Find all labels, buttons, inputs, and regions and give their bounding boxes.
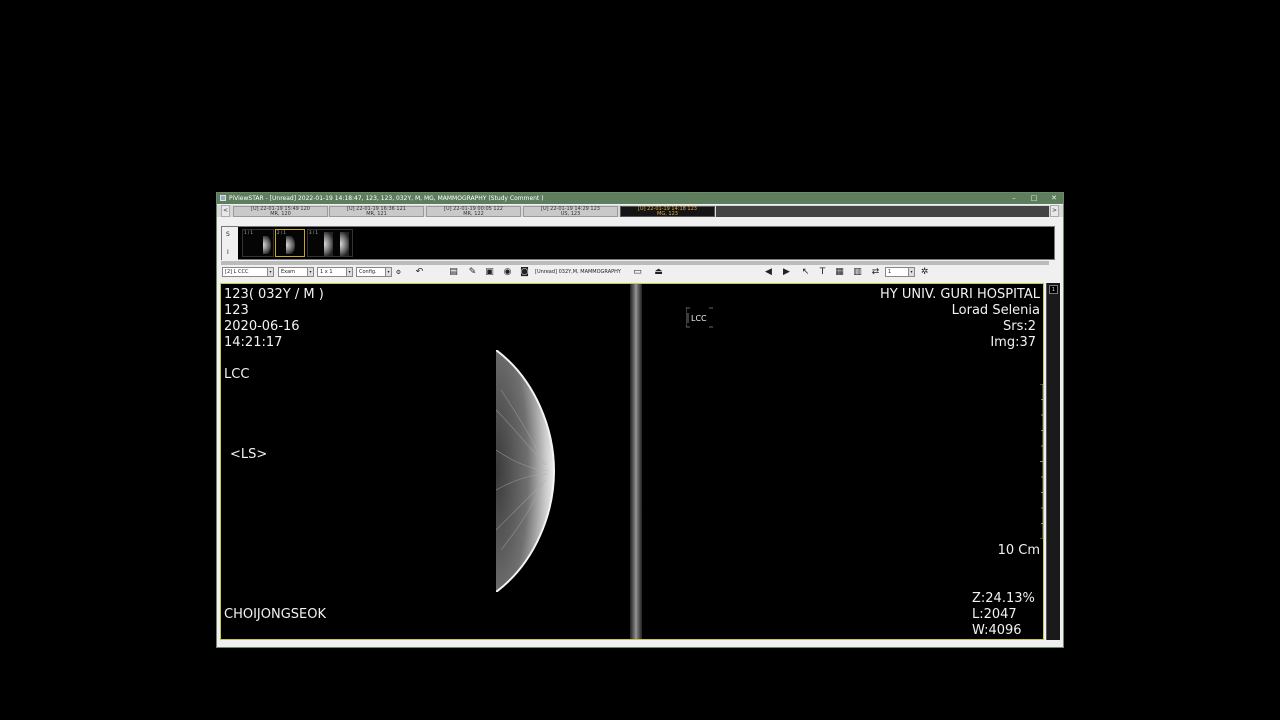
study-date: 2020-06-16	[224, 319, 300, 334]
edit-icon[interactable]: ✎	[467, 267, 478, 278]
chevron-down-icon: ▾	[385, 268, 391, 276]
thumbnail[interactable]: 1 / 1	[242, 229, 274, 257]
report-icon[interactable]: ▤	[448, 267, 459, 278]
viewport-right[interactable]: LCC HY UNIV. GURI HOSPITAL Lorad Selenia…	[642, 284, 1044, 639]
thumbnail-label: 3 / 1	[309, 230, 318, 235]
camera-icon[interactable]: ◙	[519, 267, 530, 278]
tile-layout-icon[interactable]: ▥	[852, 267, 863, 278]
layout-select-value: 1 x 1	[320, 269, 333, 275]
thumbnail-image	[286, 236, 295, 254]
operator-name: CHOIJONGSEOK	[224, 607, 327, 622]
series-select[interactable]: [2] L CCC ▾	[222, 267, 274, 277]
undo-icon[interactable]: ↶	[414, 267, 425, 278]
thumbnail-label: 1 / 1	[244, 230, 253, 235]
series-number: Srs:2	[1002, 319, 1036, 334]
scale-ruler	[1040, 384, 1044, 539]
exam-select-value: Exam	[281, 269, 296, 275]
window-level: L:2047	[972, 607, 1017, 622]
viewport-splitter[interactable]	[630, 284, 642, 639]
image-number: Img:37	[990, 335, 1036, 350]
tab-scroll-right-button[interactable]: >	[1050, 205, 1059, 217]
flip-vertical-icon[interactable]: ▶	[781, 267, 792, 278]
inferior-label: I	[227, 249, 229, 256]
view-marker-label: LCC	[691, 314, 707, 323]
text-tool-icon[interactable]: T	[817, 267, 828, 278]
mammogram-image	[496, 350, 556, 592]
patient-name-age: 123( 032Y / M )	[224, 287, 324, 302]
study-tab[interactable]: [U] 22-01-19 14:29 123 US, 123	[523, 206, 618, 217]
app-window: PiViewSTAR - [Unread] 2022-01-19 14:18:4…	[216, 192, 1064, 648]
superior-label: S	[226, 231, 230, 238]
study-tab-modality: US, 123	[560, 211, 581, 217]
patient-id: 123	[224, 303, 249, 318]
study-status-text: [Unread] 032Y,M, MAMMOGRAPHY	[535, 269, 621, 275]
flip-horizontal-icon[interactable]: ◀	[763, 267, 774, 278]
zoom-level: Z:24.13%	[972, 591, 1035, 606]
window-title: PiViewSTAR - [Unread] 2022-01-19 14:18:4…	[229, 195, 544, 202]
thumbnail-image	[340, 232, 349, 256]
scale-label: 10 Cm	[997, 543, 1040, 558]
save-icon[interactable]: ▣	[484, 267, 495, 278]
study-tab-modality: MR, 122	[463, 211, 484, 217]
config-select-value: Config.	[359, 269, 377, 275]
pointer-icon[interactable]: ↖	[800, 267, 811, 278]
thumbnail-strip: S I 1 / 1 2 / 1 3 / 1	[221, 226, 1055, 261]
title-bar: PiViewSTAR - [Unread] 2022-01-19 14:18:4…	[217, 193, 1063, 204]
thumbnail-selected[interactable]: 2 / 1	[275, 229, 305, 257]
image-scrollbar[interactable]: 1	[1046, 283, 1060, 640]
minimize-button[interactable]: –	[1005, 193, 1023, 204]
hospital-name: HY UNIV. GURI HOSPITAL	[880, 287, 1040, 302]
study-tab-modality: MG, 123	[657, 211, 678, 217]
window-width: W:4096	[972, 623, 1022, 638]
tab-bar-empty-area	[716, 206, 1049, 217]
device-name: Lorad Selenia	[951, 303, 1040, 318]
thumbnail-image	[263, 236, 271, 254]
viewport-left[interactable]: 123( 032Y / M ) 123 2020-06-16 14:21:17 …	[221, 284, 629, 639]
study-tab[interactable]: [U] 22-01-19 16:36 121 MR, 121	[329, 206, 424, 217]
tab-scroll-left-button[interactable]: <	[221, 205, 230, 217]
grid-layout-icon[interactable]: ▦	[834, 267, 845, 278]
frame-select[interactable]: 1 ▾	[885, 267, 915, 277]
chevron-down-icon: ▾	[267, 268, 273, 276]
image-viewer[interactable]: 123( 032Y / M ) 123 2020-06-16 14:21:17 …	[220, 283, 1044, 640]
thumbnail-scrollbar[interactable]	[221, 261, 1049, 265]
config-settings-icon[interactable]: ⚙	[393, 267, 404, 278]
thumbnail-strip-side: S I	[222, 227, 238, 261]
study-tab-modality: MR, 121	[366, 211, 387, 217]
maximize-button[interactable]: □	[1025, 193, 1043, 204]
exam-select[interactable]: Exam ▾	[278, 267, 314, 277]
series-select-value: [2] L CCC	[225, 269, 249, 275]
app-icon	[220, 195, 226, 201]
eject-icon[interactable]: ⏏	[653, 267, 664, 278]
chevron-down-icon: ▾	[908, 268, 914, 276]
globe-icon[interactable]: ◉	[502, 267, 513, 278]
page-indicator[interactable]: 1	[1049, 285, 1058, 294]
thumbnail-image	[324, 232, 333, 256]
sync-icon[interactable]: ⇄	[870, 267, 881, 278]
settings-icon[interactable]: ✲	[919, 267, 930, 278]
toolbar: [2] L CCC ▾ Exam ▾ 1 x 1 ▾ Config. ▾ ⚙ ↶ ▤ ✎…	[217, 266, 1063, 280]
orientation-marker: <LS>	[230, 447, 268, 462]
chevron-down-icon: ▾	[346, 268, 352, 276]
study-time: 14:21:17	[224, 335, 283, 350]
config-select[interactable]: Config. ▾	[356, 267, 392, 277]
chevron-down-icon: ▾	[307, 268, 313, 276]
layout-select[interactable]: 1 x 1 ▾	[317, 267, 353, 277]
thumbnail-label: 2 / 1	[277, 230, 286, 235]
frame-select-value: 1	[888, 269, 892, 275]
image-options-icon[interactable]: ▭	[632, 267, 643, 278]
close-button[interactable]: ✕	[1045, 193, 1063, 204]
study-tab-bar: < [U] 22-01-19 15:49 120 MR, 120 [U] 22-…	[217, 205, 1063, 217]
study-tab-modality: MR, 120	[270, 211, 291, 217]
study-tab-active[interactable]: [U] 22-01-19 14:18 123 MG, 123	[620, 206, 715, 217]
study-tab[interactable]: [U] 22-01-19 00:05 122 MR, 122	[426, 206, 521, 217]
study-tab[interactable]: [U] 22-01-19 15:49 120 MR, 120	[233, 206, 328, 217]
thumbnail[interactable]: 3 / 1	[307, 229, 353, 257]
view-position: LCC	[224, 367, 250, 382]
